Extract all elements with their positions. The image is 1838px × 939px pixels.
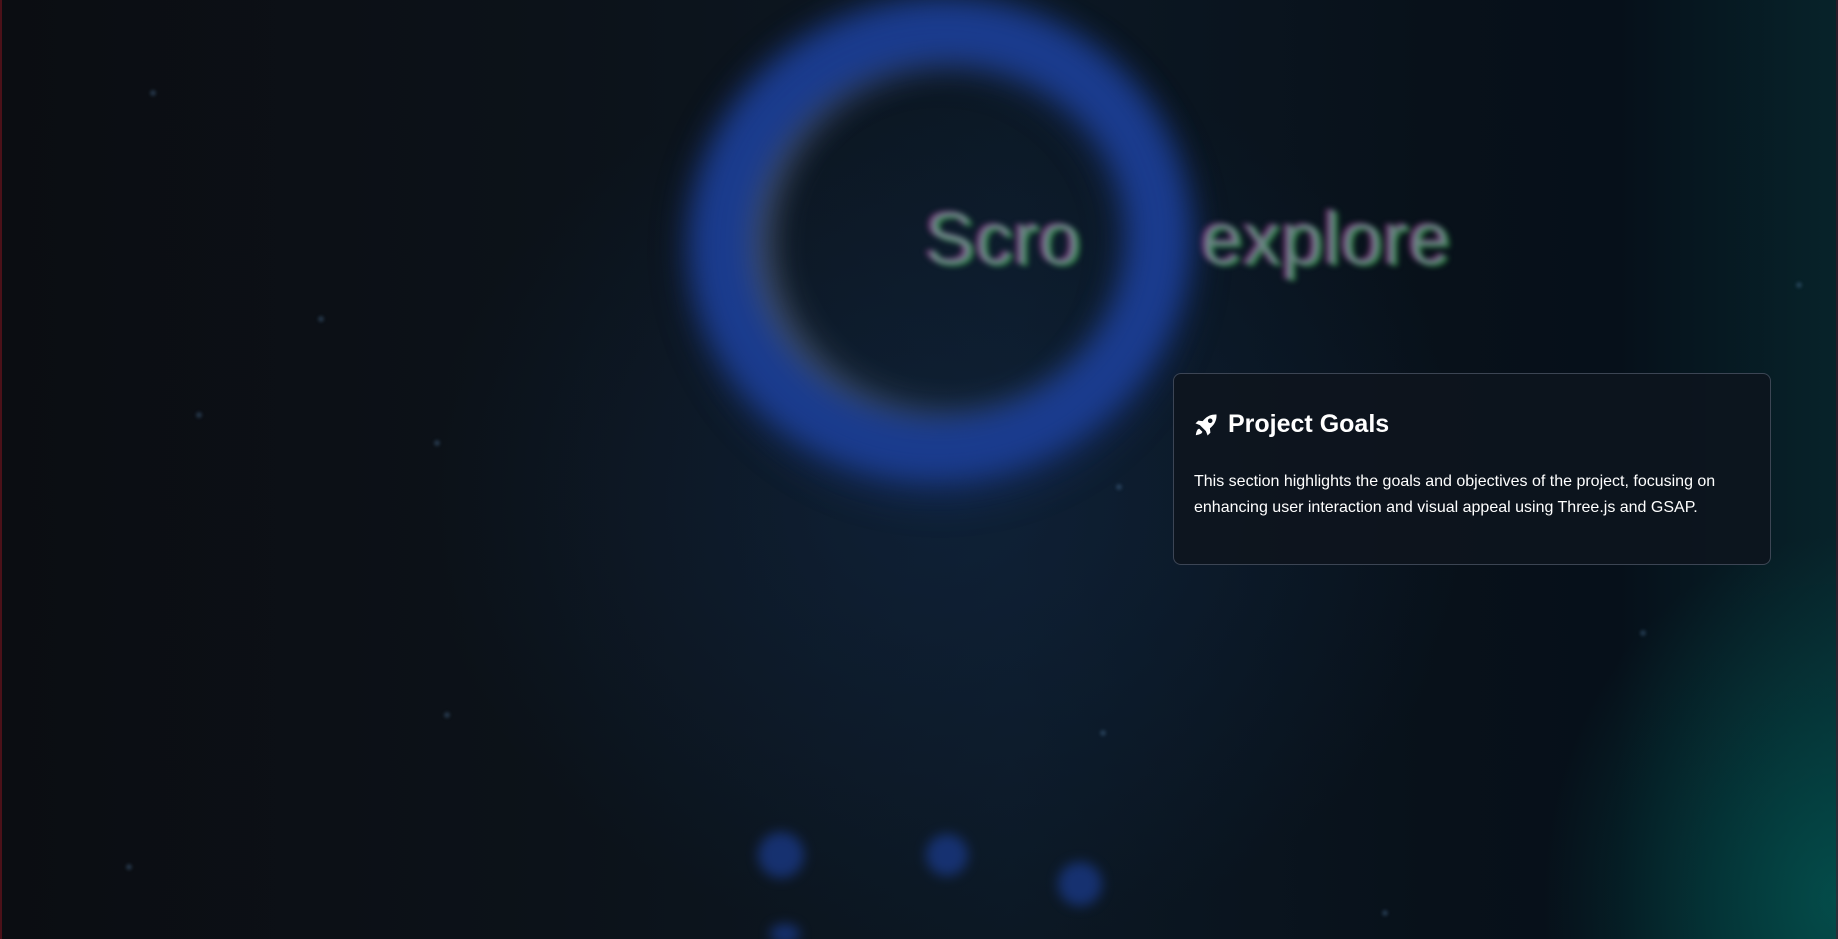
project-goals-card: Project Goals This section highlights th…: [1173, 373, 1771, 565]
left-edge-glow: [0, 0, 2, 939]
card-title: Project Goals: [1228, 410, 1390, 438]
background-dot: [1100, 730, 1106, 736]
background-dot: [150, 90, 156, 96]
hero-word-explore: explore: [1201, 197, 1451, 280]
rocket-icon: [1195, 413, 1217, 435]
blurred-sphere-particle: [1058, 862, 1102, 906]
background-dot: [1640, 630, 1646, 636]
background-dot: [1796, 282, 1802, 288]
card-description: This section highlights the goals and ob…: [1194, 473, 1716, 516]
background-dot: [1116, 484, 1122, 490]
blurred-sphere-particle: [770, 924, 800, 939]
blurred-sphere-particle: [926, 834, 968, 876]
card-heading: Project Goals: [1194, 410, 1750, 439]
background-dot: [196, 412, 202, 418]
blurred-hero-text: Scro explore: [925, 196, 1451, 281]
background-dot: [434, 440, 440, 446]
background-dot: [318, 316, 324, 322]
hero-word-scroll: Scro: [925, 197, 1082, 280]
background-dot: [1382, 910, 1388, 916]
background-dot: [126, 864, 132, 870]
blurred-sphere-particle: [758, 832, 804, 878]
background-dot: [444, 712, 450, 718]
